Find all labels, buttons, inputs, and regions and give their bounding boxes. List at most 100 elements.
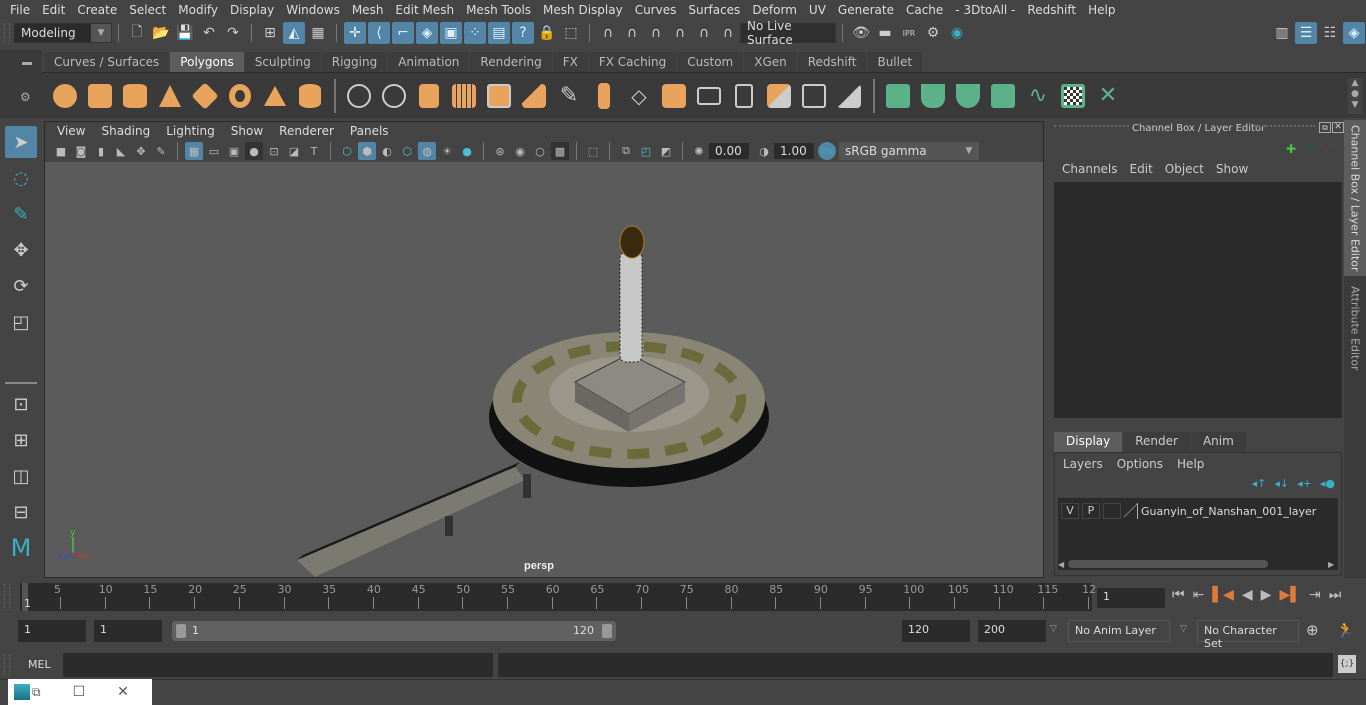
side-tab-attribute-editor[interactable]: Attribute Editor — [1344, 278, 1366, 378]
shelf-tab-rigging[interactable]: Rigging — [321, 52, 388, 72]
select-hierarchy-icon[interactable]: ⊞ — [259, 22, 281, 44]
smooth-icon[interactable] — [447, 79, 481, 113]
bevel-icon[interactable] — [657, 79, 691, 113]
anim-layer-chevron-icon[interactable]: ▽ — [1050, 624, 1057, 634]
hypershade-icon[interactable]: ◉ — [946, 22, 968, 44]
shelf-tab-redshift[interactable]: Redshift — [797, 52, 867, 72]
menu-display[interactable]: Display — [224, 3, 280, 17]
safe-action-icon[interactable]: ◪ — [285, 142, 303, 160]
layer-tab-display[interactable]: Display — [1054, 432, 1123, 452]
step-back-frame-icon[interactable]: ⇤ — [1193, 587, 1205, 603]
shelf-tab-bullet[interactable]: Bullet — [867, 52, 923, 72]
menu-surfaces[interactable]: Surfaces — [682, 3, 746, 17]
undo-icon[interactable]: ↶ — [198, 22, 220, 44]
layer-row[interactable]: V P Guanyin_of_Nanshan_001_layer — [1058, 502, 1338, 520]
poly-sphere-icon[interactable] — [48, 79, 82, 113]
mode-selector[interactable]: Modeling ▼ — [14, 23, 112, 43]
new-empty-layer-icon[interactable]: ◂+ — [1297, 477, 1312, 490]
lock-icon[interactable]: 🔒 — [536, 22, 558, 44]
range-end-handle[interactable] — [602, 624, 612, 638]
shelf-tab-curves-surfaces[interactable]: Curves / Surfaces — [44, 52, 170, 72]
step-forward-frame-icon[interactable]: ⇥ — [1309, 587, 1321, 603]
motion-blur-icon[interactable]: ⊛ — [491, 142, 509, 160]
range-start-handle[interactable] — [176, 624, 186, 638]
gate-mask-icon[interactable]: ● — [245, 142, 263, 160]
poly-pyramid-icon[interactable] — [258, 79, 292, 113]
new-scene-icon[interactable]: 🗋 — [126, 22, 148, 44]
poly-cylinder-icon[interactable] — [118, 79, 152, 113]
layer-type-toggle[interactable] — [1103, 503, 1121, 519]
insert-edge-loop-icon[interactable] — [692, 79, 726, 113]
persp-graph-layout-icon[interactable]: ⊟ — [5, 496, 37, 528]
character-set-chevron-icon[interactable]: ▽ — [1180, 624, 1187, 634]
shelf-tab-animation[interactable]: Animation — [388, 52, 470, 72]
magnet-curve-icon[interactable]: ∩ — [621, 22, 643, 44]
layer-name[interactable]: Guanyin_of_Nanshan_001_layer — [1141, 505, 1316, 518]
go-to-end-icon[interactable]: ⏭ — [1329, 587, 1342, 603]
uv-editor-icon[interactable] — [1056, 79, 1090, 113]
snap-view-icon[interactable]: ◈ — [416, 22, 438, 44]
isolate-select-icon[interactable]: ⬚ — [584, 142, 602, 160]
magnet-vertex-icon[interactable]: ∩ — [669, 22, 691, 44]
mirror-icon[interactable] — [412, 79, 446, 113]
command-language-label[interactable]: MEL — [28, 658, 51, 671]
character-set-dropdown[interactable]: No Character Set — [1197, 620, 1299, 650]
uv-unfold-icon[interactable]: ✕ — [1091, 79, 1125, 113]
ipr-render-icon[interactable]: IPR — [898, 22, 920, 44]
live-surface-field[interactable]: No Live Surface — [740, 19, 836, 47]
redo-icon[interactable]: ↷ — [222, 22, 244, 44]
menu-file[interactable]: File — [4, 3, 36, 17]
menu-mesh[interactable]: Mesh — [346, 3, 390, 17]
command-input[interactable] — [63, 653, 493, 677]
menu-help[interactable]: Help — [1082, 3, 1121, 17]
menu-curves[interactable]: Curves — [629, 3, 683, 17]
manipulator-axis-icon[interactable]: ✚ — [1286, 142, 1296, 156]
xray-active-icon[interactable]: ◰ — [637, 142, 655, 160]
close-panel-icon[interactable]: ✕ — [1332, 122, 1344, 133]
bookmark-icon[interactable]: ▮ — [92, 142, 110, 160]
maximize-window-icon[interactable]: ☐ — [73, 684, 86, 700]
gamma-field[interactable]: 1.00 — [774, 143, 814, 159]
scene-start-field[interactable]: 1 — [18, 620, 86, 642]
poly-cube-icon[interactable] — [83, 79, 117, 113]
float-panel-icon[interactable]: ⧉ — [1319, 122, 1331, 133]
move-tool-icon[interactable]: ✥ — [5, 234, 37, 266]
menu-deform[interactable]: Deform — [746, 3, 803, 17]
menu-uv[interactable]: UV — [803, 3, 832, 17]
shelf-collapse-icon[interactable] — [22, 62, 32, 65]
viewport-menu-panels[interactable]: Panels — [342, 124, 397, 138]
four-view-layout-icon[interactable]: ⊞ — [5, 424, 37, 456]
side-tab-channel-box[interactable]: Channel Box / Layer Editor — [1344, 120, 1366, 276]
shelf-scroll[interactable]: ▲ ● ▼ — [1348, 77, 1362, 114]
uv-spherical-icon[interactable] — [951, 79, 985, 113]
hud-icon[interactable]: ◩ — [657, 142, 675, 160]
camera-attributes-icon[interactable]: ◙ — [72, 142, 90, 160]
menu-generate[interactable]: Generate — [832, 3, 900, 17]
persp-outliner-layout-icon[interactable]: ◫ — [5, 460, 37, 492]
offset-edge-loop-icon[interactable] — [727, 79, 761, 113]
select-object-icon[interactable]: ◭ — [283, 22, 305, 44]
grip-handle[interactable] — [4, 584, 10, 610]
menu-edit[interactable]: Edit — [36, 3, 71, 17]
snap-vertex-icon[interactable]: ⁘ — [464, 22, 486, 44]
lasso-tool-icon[interactable]: ◌ — [5, 162, 37, 194]
magnet-point-icon[interactable]: ∩ — [645, 22, 667, 44]
current-frame-field[interactable]: 1 — [1097, 588, 1165, 608]
poly-plane-icon[interactable] — [188, 79, 222, 113]
grip-handle[interactable] — [4, 23, 10, 43]
menu-3dtoall[interactable]: - 3DtoAll - — [949, 3, 1021, 17]
step-forward-key-icon[interactable]: ▶▌ — [1279, 587, 1301, 603]
move-layer-down-icon[interactable]: ◂↓ — [1274, 477, 1289, 490]
channel-menu-object[interactable]: Object — [1159, 162, 1210, 176]
menu-create[interactable]: Create — [71, 3, 123, 17]
select-region-icon[interactable]: ⬚ — [560, 22, 582, 44]
scroll-left-icon[interactable]: ◀ — [1058, 560, 1068, 569]
viewport-menu-show[interactable]: Show — [223, 124, 271, 138]
close-window-icon[interactable]: ✕ — [117, 684, 129, 700]
range-slider[interactable]: 1 120 — [172, 621, 616, 641]
channel-list[interactable] — [1054, 182, 1342, 418]
rotate-tool-icon[interactable]: ⟳ — [5, 270, 37, 302]
uv-contour-icon[interactable]: ∿ — [1021, 79, 1055, 113]
uv-planar-icon[interactable] — [881, 79, 915, 113]
shelf-tab-xgen[interactable]: XGen — [744, 52, 797, 72]
